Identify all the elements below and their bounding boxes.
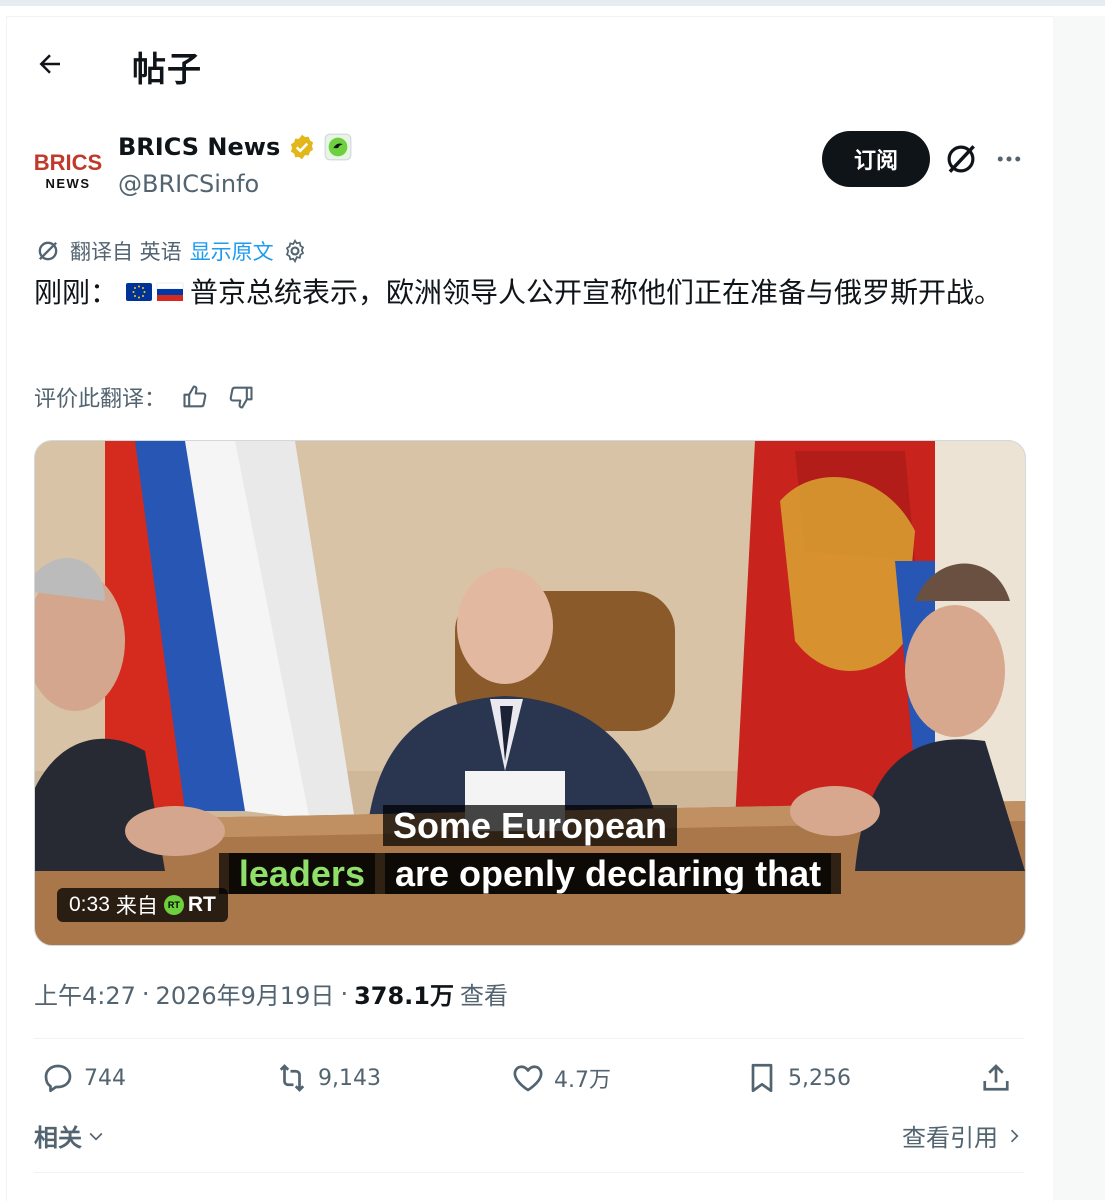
share-icon	[983, 1064, 1009, 1091]
meta-separator: ·	[141, 979, 150, 1008]
right-gutter	[1053, 16, 1105, 1200]
translate-icon	[38, 241, 58, 261]
more-options-button[interactable]	[990, 140, 1028, 178]
video-duration: 0:33	[69, 893, 110, 916]
back-button[interactable]	[28, 44, 72, 84]
view-quotes-link[interactable]: 查看引用	[902, 1118, 1024, 1153]
related-label: 相关	[34, 1124, 82, 1152]
settings-gear-icon[interactable]	[282, 238, 308, 264]
repost-icon	[279, 1064, 305, 1092]
like-button[interactable]: 4.7万	[510, 1060, 611, 1096]
verified-badge-icon	[291, 134, 314, 160]
grok-icon	[947, 145, 975, 173]
views-count: 378.1万	[354, 982, 454, 1010]
chevron-down-icon	[89, 1132, 103, 1141]
repost-count: 9,143	[318, 1065, 381, 1091]
views-label: 查看	[460, 982, 508, 1010]
author-display-name[interactable]: BRICS News	[118, 133, 280, 161]
repost-button[interactable]: 9,143	[274, 1060, 381, 1096]
divider	[34, 1172, 1024, 1173]
thumbs-up-button[interactable]	[178, 380, 212, 414]
caption-highlight-word: leaders	[228, 853, 375, 894]
video-source-name: RT	[187, 893, 216, 916]
bookmark-count: 5,256	[788, 1065, 851, 1091]
author-name-row: BRICS News	[118, 133, 352, 161]
post-prefix: 刚刚：	[34, 276, 119, 309]
rate-translation-row: 评价此翻译：	[34, 380, 258, 414]
rt-logo: RT RT	[163, 893, 216, 917]
thumbs-down-button[interactable]	[224, 380, 258, 414]
divider	[34, 1038, 1024, 1039]
bookmark-button[interactable]: 5,256	[744, 1060, 851, 1096]
like-count: 4.7万	[554, 1068, 611, 1093]
thumbs-down-icon	[229, 386, 253, 409]
bookmark-icon	[751, 1063, 773, 1093]
grok-button[interactable]	[942, 140, 980, 178]
avatar-logo-text: BRICS	[34, 150, 102, 175]
rt-logo-icon: RT	[163, 895, 184, 915]
video-caption-line-1: Some European	[35, 803, 1025, 849]
chevron-right-icon	[1010, 1129, 1019, 1142]
browser-top-strip	[0, 0, 1105, 6]
post-time[interactable]: 上午4:27	[34, 976, 136, 1011]
video-source-prefix: 来自	[115, 895, 158, 918]
translated-from-label: 翻译自 英语	[70, 240, 182, 264]
subscribe-button[interactable]: 订阅	[822, 131, 930, 187]
video-player[interactable]: Some European leaders are openly declari…	[34, 440, 1026, 946]
share-button[interactable]	[978, 1060, 1014, 1096]
page-title: 帖子	[132, 50, 202, 90]
view-quotes-label: 查看引用	[902, 1124, 998, 1152]
translation-row: 翻译自 英语 显示原文	[34, 236, 308, 266]
video-duration-badge: 0:33 来自 RT RT	[57, 888, 228, 922]
meta-separator: ·	[340, 979, 349, 1008]
thumbs-up-icon	[183, 385, 207, 408]
avatar[interactable]: BRICS NEWS	[34, 134, 102, 198]
caption-rest: are openly declaring that	[384, 853, 832, 894]
reply-count: 744	[84, 1065, 126, 1091]
post-meta: 上午4:27 · 2026年9月19日 · 378.1万 查看	[34, 976, 508, 1011]
avatar-logo-subtext: NEWS	[46, 176, 91, 191]
reply-icon	[44, 1064, 72, 1093]
author-handle[interactable]: @BRICSinfo	[118, 170, 259, 198]
affiliate-badge-icon	[324, 133, 352, 161]
arrow-left-icon	[39, 54, 60, 74]
heart-icon	[513, 1065, 543, 1092]
related-dropdown[interactable]: 相关	[34, 1118, 106, 1153]
rate-translation-label: 评价此翻译：	[34, 387, 167, 412]
flags-icon	[126, 273, 184, 315]
more-dots-icon	[997, 156, 1021, 162]
reply-button[interactable]: 744	[40, 1060, 126, 1096]
post-date[interactable]: 2026年9月19日	[156, 976, 335, 1011]
show-original-link[interactable]: 显示原文	[190, 236, 274, 266]
post-body: 普京总统表示，欧洲领导人公开宣称他们正在准备与俄罗斯开战。	[190, 276, 1003, 309]
post-text: 刚刚： 普京总统表示，欧洲领导人公开宣称他们正在准备与俄罗斯开战。	[34, 272, 1014, 315]
